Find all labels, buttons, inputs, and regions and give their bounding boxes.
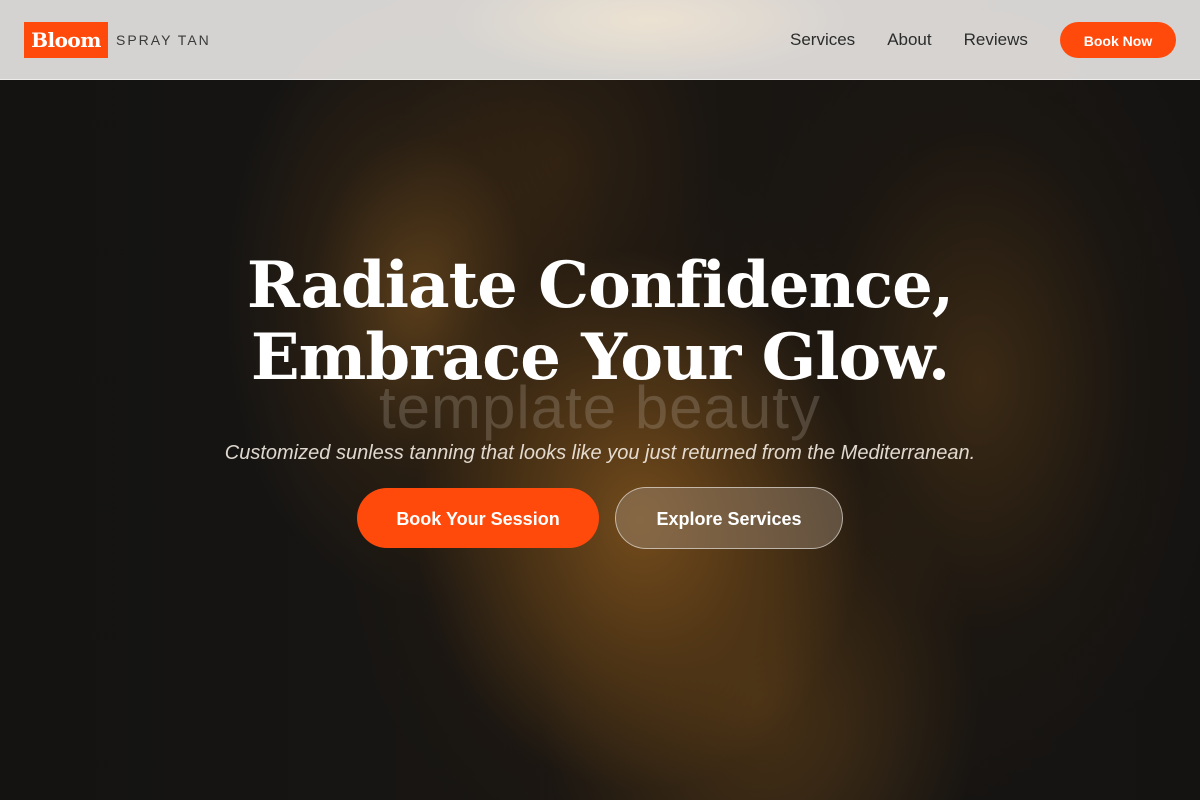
book-now-button[interactable]: Book Now [1060, 22, 1176, 58]
hero-title-line-2: Embrace Your Glow. [250, 320, 950, 395]
hero-subtitle: Customized sunless tanning that looks li… [224, 442, 976, 464]
logo-tagline: SPRAY TAN [116, 32, 211, 48]
hero-title: Radiate Confidence, Embrace Your Glow. [0, 250, 1200, 394]
nav-links: Services About Reviews [790, 29, 1028, 51]
nav-link-services[interactable]: Services [790, 29, 855, 51]
navbar: Bloom SPRAY TAN Services About Reviews B… [0, 0, 1200, 80]
hero-title-line-1: Radiate Confidence, [246, 248, 954, 323]
page: Bloom SPRAY TAN Services About Reviews B… [0, 0, 1200, 800]
explore-services-button[interactable]: Explore Services [615, 487, 843, 549]
book-session-button[interactable]: Book Your Session [357, 488, 599, 548]
logo[interactable]: Bloom [24, 22, 108, 58]
hero-background [0, 0, 300, 800]
nav-link-about[interactable]: About [887, 29, 931, 51]
nav-link-reviews[interactable]: Reviews [964, 29, 1028, 51]
